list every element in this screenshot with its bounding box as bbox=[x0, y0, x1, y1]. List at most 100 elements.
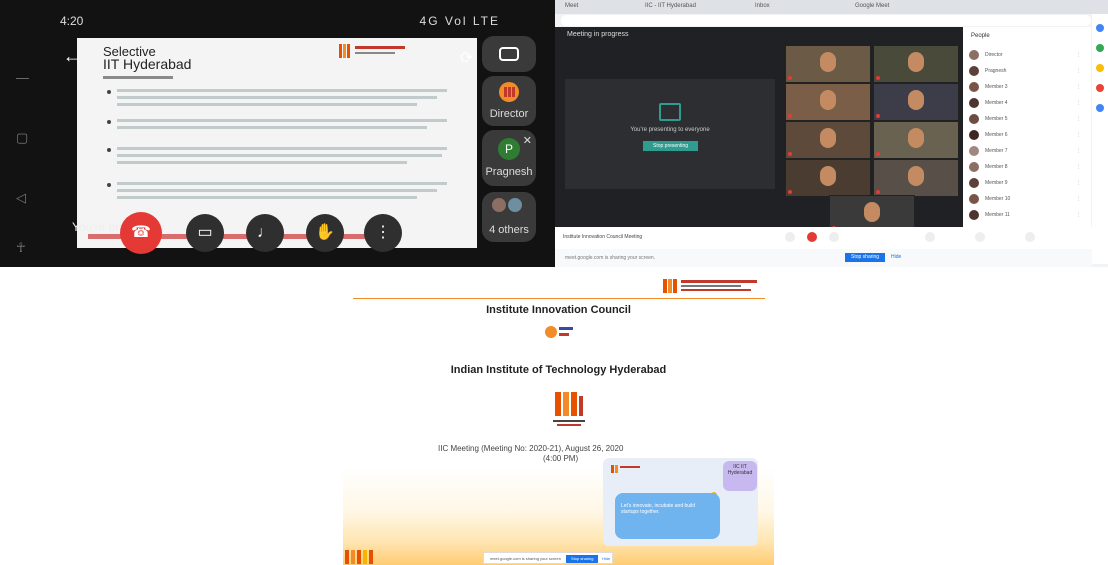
camera-button[interactable] bbox=[829, 232, 839, 242]
participant-row[interactable]: Director ⋮ bbox=[969, 49, 1085, 61]
iith-emblem-icon bbox=[553, 392, 585, 426]
phone-nav-rail: — ▢ ◁ ☥ bbox=[0, 0, 46, 267]
more-vert-icon[interactable]: ⋮ bbox=[1076, 212, 1081, 218]
mic-off-icon bbox=[788, 114, 792, 118]
participant-video bbox=[864, 202, 880, 222]
more-vert-icon[interactable]: ⋮ bbox=[1076, 116, 1081, 122]
meeting-line: IIC Meeting (Meeting No: 2020-21), Augus… bbox=[438, 444, 624, 453]
stop-presenting-button[interactable]: Stop presenting bbox=[643, 141, 698, 151]
mic-toggle-button[interactable]: ♩ bbox=[246, 214, 284, 252]
notice-text: meet.google.com is sharing your screen. bbox=[565, 255, 656, 261]
nav-home-icon[interactable]: — bbox=[16, 70, 29, 85]
more-vert-icon[interactable]: ⋮ bbox=[1076, 132, 1081, 138]
iith-logo-icon bbox=[611, 465, 640, 473]
participant-tile-pragnesh[interactable]: P ✕ Pragnesh bbox=[482, 130, 536, 186]
more-vert-icon[interactable]: ⋮ bbox=[1076, 196, 1081, 202]
desktop-meeting-panel: Meet IIC - IIT Hyderabad Inbox Google Me… bbox=[555, 0, 1108, 267]
nav-back-icon[interactable]: ◁ bbox=[16, 190, 26, 206]
hide-button[interactable]: Hide bbox=[602, 553, 610, 565]
video-tile[interactable] bbox=[785, 159, 871, 197]
institute-title: Indian Institute of Technology Hyderabad bbox=[450, 364, 667, 376]
stop-sharing-button[interactable]: Stop sharing bbox=[845, 253, 886, 262]
avatar bbox=[969, 210, 979, 220]
participant-name: Member 7 bbox=[985, 148, 1008, 154]
avatar bbox=[492, 198, 506, 212]
participant-row[interactable]: Member 4 ⋮ bbox=[969, 97, 1085, 109]
participant-video bbox=[908, 52, 924, 72]
participant-row[interactable]: Member 8 ⋮ bbox=[969, 161, 1085, 173]
camera-toggle-button[interactable]: ▭ bbox=[186, 214, 224, 252]
participant-name: Member 3 bbox=[985, 84, 1008, 90]
hide-button[interactable]: Hide bbox=[885, 253, 907, 262]
end-call-button[interactable]: ☎ bbox=[120, 212, 162, 254]
chat-bubble-right: IIC IIT Hyderabad bbox=[723, 461, 757, 491]
doc-title: IIT Hyderabad bbox=[103, 56, 192, 72]
participant-row[interactable]: Member 9 ⋮ bbox=[969, 177, 1085, 189]
participant-row[interactable]: Member 7 ⋮ bbox=[969, 145, 1085, 157]
video-tile[interactable] bbox=[873, 159, 959, 197]
more-options-button[interactable]: ⋮ bbox=[364, 214, 402, 252]
stop-sharing-button[interactable]: Stop sharing bbox=[566, 555, 599, 563]
video-tile[interactable] bbox=[785, 45, 871, 83]
avatar bbox=[969, 82, 979, 92]
present-screen-icon bbox=[659, 103, 681, 121]
meeting-details[interactable]: Institute Innovation Council Meeting bbox=[563, 234, 642, 240]
more-vert-icon[interactable]: ⋮ bbox=[1076, 52, 1081, 58]
extension-icon[interactable] bbox=[1096, 64, 1104, 72]
tab[interactable]: Google Meet bbox=[855, 3, 889, 9]
participant-name: Pragnesh bbox=[985, 68, 1007, 74]
video-tile[interactable] bbox=[785, 121, 871, 159]
nav-recents-icon[interactable]: ▢ bbox=[16, 130, 28, 146]
avatar bbox=[969, 66, 979, 76]
tab[interactable]: IIC - IIT Hyderabad bbox=[645, 3, 696, 9]
participant-row[interactable]: Member 10 ⋮ bbox=[969, 193, 1085, 205]
more-vert-icon[interactable]: ⋮ bbox=[1076, 148, 1081, 154]
accessibility-icon[interactable]: ☥ bbox=[16, 240, 26, 256]
more-vert-icon[interactable]: ⋮ bbox=[1076, 68, 1081, 74]
avatar bbox=[969, 50, 979, 60]
participant-tile-director[interactable]: Director bbox=[482, 76, 536, 126]
back-arrow-icon[interactable]: ← bbox=[63, 46, 81, 67]
captions-button[interactable] bbox=[925, 232, 935, 242]
extension-icon[interactable] bbox=[1096, 24, 1104, 32]
address-bar[interactable] bbox=[561, 15, 1091, 26]
extension-icon[interactable] bbox=[1096, 44, 1104, 52]
participant-row[interactable]: Member 5 ⋮ bbox=[969, 113, 1085, 125]
more-vert-icon[interactable]: ⋮ bbox=[1076, 100, 1081, 106]
participant-name: Member 8 bbox=[985, 164, 1008, 170]
certificate-slide: Institute Innovation Council Indian Inst… bbox=[343, 268, 774, 565]
video-tile[interactable] bbox=[873, 83, 959, 121]
mic-off-icon bbox=[788, 152, 792, 156]
avatar bbox=[969, 146, 979, 156]
tab[interactable]: Inbox bbox=[755, 3, 770, 9]
raise-hand-button[interactable]: ✋ bbox=[306, 214, 344, 252]
video-tile[interactable] bbox=[873, 121, 959, 159]
present-button[interactable] bbox=[975, 232, 985, 242]
screen-share-notice: meet.google.com is sharing your screen. … bbox=[555, 249, 1092, 267]
more-vert-icon[interactable]: ⋮ bbox=[1076, 180, 1081, 186]
browser-tabs: Meet IIC - IIT Hyderabad Inbox Google Me… bbox=[555, 0, 1108, 14]
meeting-stage: Meeting in progress You're presenting to… bbox=[555, 27, 963, 233]
participant-row[interactable]: Member 6 ⋮ bbox=[969, 129, 1085, 141]
avatar bbox=[969, 114, 979, 124]
participant-row[interactable]: Member 11 ⋮ bbox=[969, 209, 1085, 221]
more-button[interactable] bbox=[1025, 232, 1035, 242]
switch-camera-icon[interactable]: ⟳ bbox=[460, 48, 473, 68]
tile-label: 4 others bbox=[489, 224, 529, 236]
share-notice-text: meet.google.com is sharing your screen bbox=[490, 556, 561, 561]
video-tile[interactable] bbox=[785, 83, 871, 121]
more-vert-icon[interactable]: ⋮ bbox=[1076, 84, 1081, 90]
extension-icon[interactable] bbox=[1096, 104, 1104, 112]
participant-row[interactable]: Pragnesh ⋮ bbox=[969, 65, 1085, 77]
participant-tile-others[interactable]: 4 others bbox=[482, 192, 536, 242]
more-vert-icon[interactable]: ⋮ bbox=[1076, 164, 1081, 170]
video-tile[interactable] bbox=[873, 45, 959, 83]
extension-icon[interactable] bbox=[1096, 84, 1104, 92]
self-tile[interactable] bbox=[482, 36, 536, 72]
meeting-time: (4:00 PM) bbox=[543, 454, 579, 463]
tab[interactable]: Meet bbox=[565, 3, 578, 9]
leave-call-button[interactable] bbox=[807, 232, 817, 242]
mic-button[interactable] bbox=[785, 232, 795, 242]
participant-row[interactable]: Member 3 ⋮ bbox=[969, 81, 1085, 93]
tile-label: Pragnesh bbox=[485, 166, 533, 178]
